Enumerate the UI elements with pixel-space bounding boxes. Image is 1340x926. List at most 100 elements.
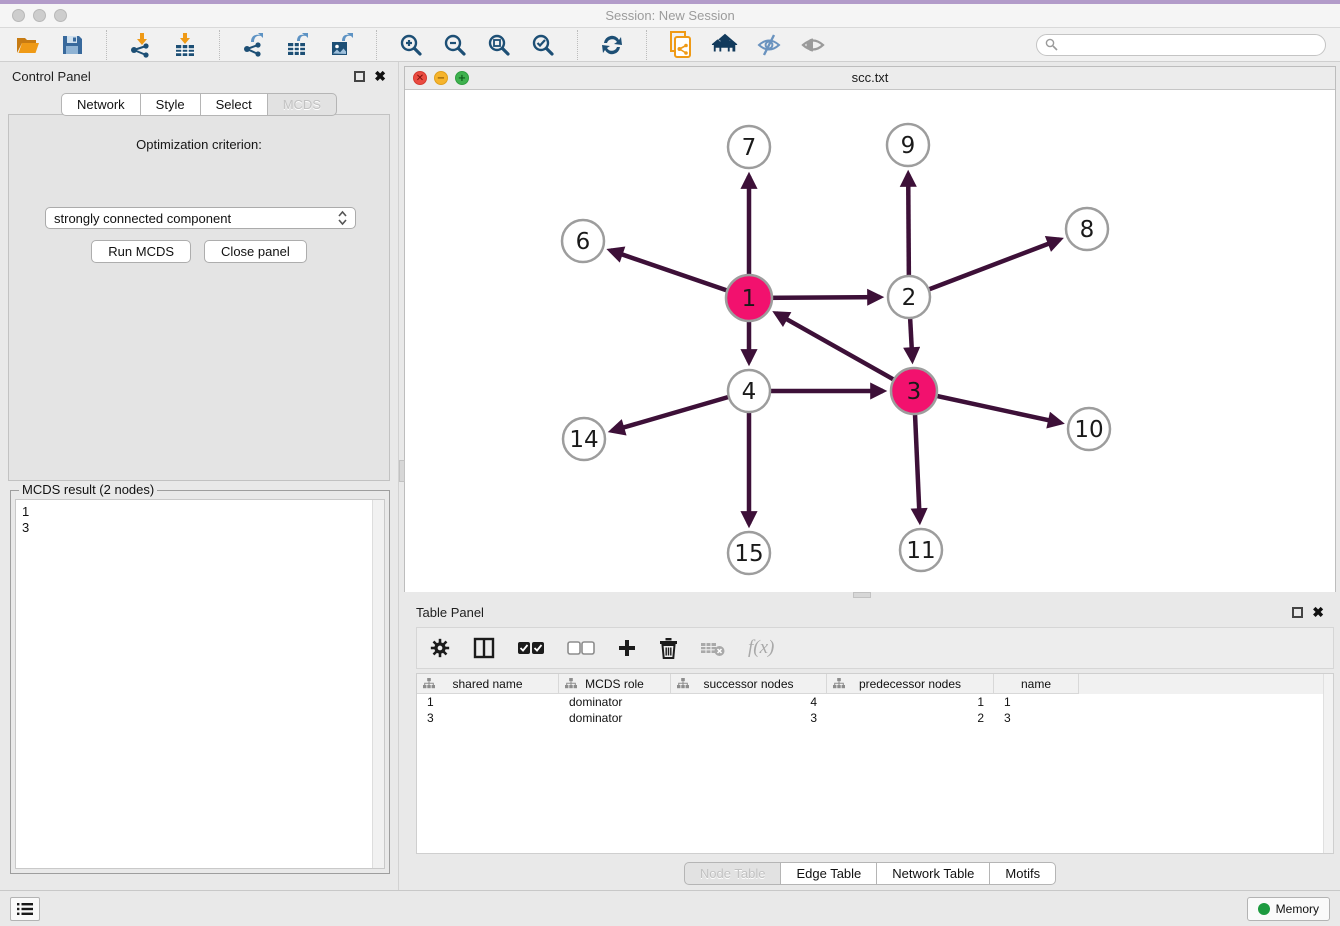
mcds-panel: Optimization criterion: strongly connect… — [8, 114, 390, 481]
node-3[interactable]: 3 — [891, 368, 937, 414]
node-10[interactable]: 10 — [1068, 408, 1110, 450]
close-panel-button[interactable]: Close panel — [204, 240, 307, 263]
column-type-icon — [565, 678, 577, 689]
hide-selected-icon[interactable] — [755, 32, 783, 58]
optimization-criterion-select[interactable]: strongly connected component — [45, 207, 356, 229]
node-11[interactable]: 11 — [900, 529, 942, 571]
tab-style[interactable]: Style — [141, 93, 201, 116]
list-icon — [17, 902, 33, 916]
tab-network-table[interactable]: Network Table — [877, 862, 990, 885]
titlebar[interactable]: Session: New Session — [0, 4, 1340, 28]
table-cell[interactable]: 3 — [417, 710, 559, 726]
network-minimize-icon[interactable]: − — [434, 71, 448, 85]
save-session-icon[interactable] — [58, 32, 86, 58]
table-cell[interactable]: 3 — [671, 710, 827, 726]
svg-text:7: 7 — [742, 135, 757, 161]
tab-select[interactable]: Select — [201, 93, 268, 116]
import-table-icon[interactable] — [171, 32, 199, 58]
table-panel-title: Table Panel — [416, 605, 1292, 620]
network-window-titlebar[interactable]: ✕ − + scc.txt — [405, 67, 1335, 90]
application-window: Session: New Session — [0, 0, 1340, 926]
table-cell[interactable]: 2 — [827, 710, 994, 726]
export-network-icon[interactable] — [240, 32, 268, 58]
column-layout-icon[interactable] — [473, 637, 495, 659]
node-1[interactable]: 1 — [726, 275, 772, 321]
open-file-icon[interactable] — [14, 32, 42, 58]
column-header-successor-nodes[interactable]: successor nodes — [671, 674, 827, 694]
table-cell[interactable]: 1 — [417, 694, 559, 710]
search-field[interactable] — [1036, 34, 1326, 56]
zoom-out-icon[interactable] — [441, 32, 469, 58]
tab-network[interactable]: Network — [61, 93, 141, 116]
close-window-icon[interactable] — [12, 9, 25, 22]
node-4[interactable]: 4 — [728, 370, 770, 412]
node-2[interactable]: 2 — [888, 276, 930, 318]
export-table-icon[interactable] — [284, 32, 312, 58]
table-toolbar: f(x) — [416, 627, 1334, 669]
table-cell[interactable]: dominator — [559, 710, 671, 726]
table-row[interactable]: 1dominator411 — [417, 694, 1333, 710]
table-row[interactable]: 3dominator323 — [417, 710, 1333, 726]
node-15[interactable]: 15 — [728, 532, 770, 574]
minimize-window-icon[interactable] — [33, 9, 46, 22]
column-header-MCDS-role[interactable]: MCDS role — [559, 674, 671, 694]
svg-text:6: 6 — [576, 229, 591, 255]
network-from-selection-icon[interactable] — [667, 32, 695, 58]
tab-node-table[interactable]: Node Table — [684, 862, 782, 885]
network-canvas[interactable]: 1 2 3 4 6 7 8 9 10 11 14 15 — [405, 90, 1335, 594]
table-cell[interactable]: 3 — [994, 710, 1079, 726]
add-column-icon[interactable] — [617, 638, 637, 658]
table-scrollbar[interactable] — [1323, 674, 1333, 853]
select-all-icon[interactable] — [517, 641, 545, 655]
edge-2-8[interactable] — [909, 239, 1060, 297]
close-panel-icon[interactable]: ✖ — [1312, 607, 1324, 618]
deselect-all-icon[interactable] — [567, 641, 595, 655]
main-toolbar — [0, 28, 1340, 62]
float-panel-icon[interactable] — [1292, 607, 1303, 618]
close-panel-icon[interactable]: ✖ — [374, 71, 386, 82]
zoom-selected-icon[interactable] — [529, 32, 557, 58]
node-14[interactable]: 14 — [563, 418, 605, 460]
network-close-icon[interactable]: ✕ — [413, 71, 427, 85]
svg-text:15: 15 — [734, 541, 763, 567]
toolbar-separator — [646, 30, 647, 60]
tab-motifs[interactable]: Motifs — [990, 862, 1056, 885]
table-cell[interactable]: dominator — [559, 694, 671, 710]
export-image-icon[interactable] — [328, 32, 356, 58]
delete-column-icon[interactable] — [659, 637, 678, 659]
show-all-icon[interactable] — [799, 32, 827, 58]
search-input[interactable] — [1063, 38, 1317, 52]
network-maximize-icon[interactable]: + — [455, 71, 469, 85]
gear-icon[interactable] — [429, 637, 451, 659]
table-cell[interactable]: 4 — [671, 694, 827, 710]
home-icon[interactable] — [711, 32, 739, 58]
tab-edge-table[interactable]: Edge Table — [781, 862, 877, 885]
node-7[interactable]: 7 — [728, 126, 770, 168]
tab-mcds[interactable]: MCDS — [268, 93, 337, 116]
zoom-window-icon[interactable] — [54, 9, 67, 22]
node-6[interactable]: 6 — [562, 220, 604, 262]
mcds-result-textarea[interactable]: 1 3 — [15, 499, 385, 869]
toolbar-separator — [577, 30, 578, 60]
run-mcds-button[interactable]: Run MCDS — [91, 240, 191, 263]
import-network-icon[interactable] — [127, 32, 155, 58]
zoom-fit-icon[interactable] — [485, 32, 513, 58]
float-panel-icon[interactable] — [354, 71, 365, 82]
node-table[interactable]: shared nameMCDS rolesuccessor nodesprede… — [416, 673, 1334, 854]
status-bar: Memory — [0, 890, 1340, 926]
column-header-name[interactable]: name — [994, 674, 1079, 694]
node-8[interactable]: 8 — [1066, 208, 1108, 250]
result-scrollbar[interactable] — [372, 500, 384, 868]
column-type-icon — [423, 678, 435, 689]
memory-button[interactable]: Memory — [1247, 897, 1330, 921]
task-history-button[interactable] — [10, 897, 40, 921]
column-header-predecessor-nodes[interactable]: predecessor nodes — [827, 674, 994, 694]
column-header-shared-name[interactable]: shared name — [417, 674, 559, 694]
table-cell[interactable]: 1 — [994, 694, 1079, 710]
table-cell[interactable]: 1 — [827, 694, 994, 710]
network-graph: 1 2 3 4 6 7 8 9 10 11 14 15 — [405, 90, 1335, 591]
refresh-icon[interactable] — [598, 32, 626, 58]
zoom-in-icon[interactable] — [397, 32, 425, 58]
memory-label: Memory — [1276, 902, 1319, 916]
node-9[interactable]: 9 — [887, 124, 929, 166]
